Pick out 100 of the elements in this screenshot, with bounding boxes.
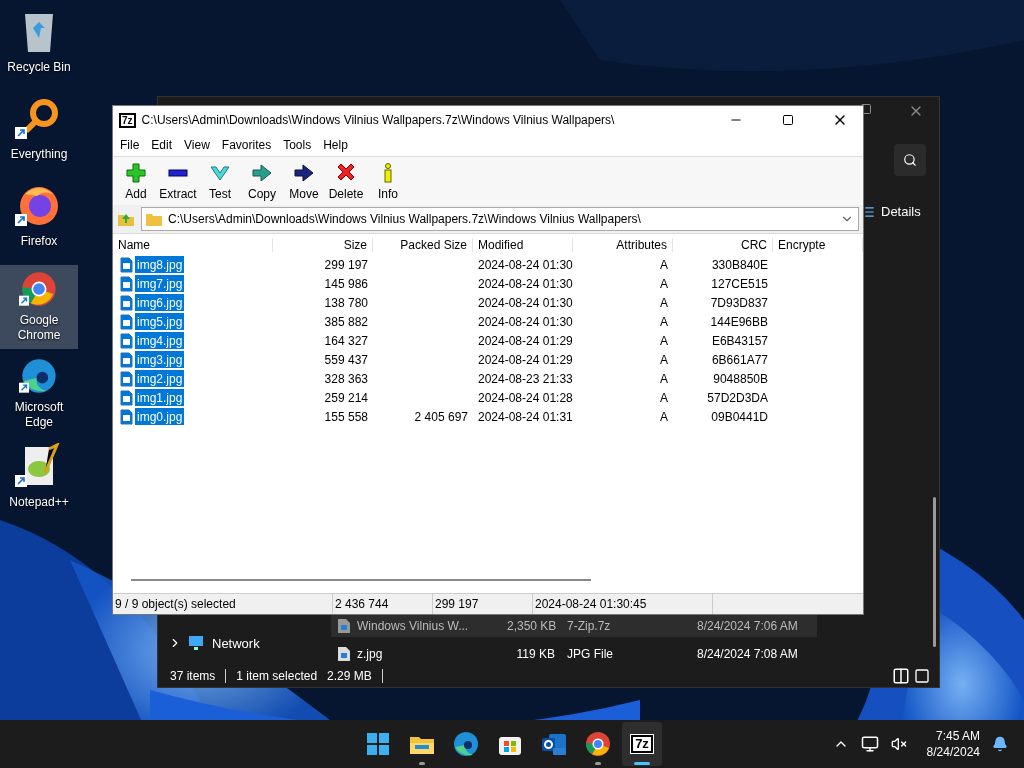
desktop-shortcut[interactable]: Microsoft Edge	[0, 352, 78, 436]
table-cell-text: 145 986	[323, 276, 369, 291]
arrow-icon	[293, 161, 315, 184]
file-icon	[120, 332, 133, 349]
desktop-shortcut[interactable]: Google Chrome	[0, 265, 78, 349]
menu-item[interactable]: Favorites	[215, 138, 278, 152]
file-row[interactable]: Windows Vilnius W... 2,350 KB 7-Zip.7z 8/24/2024 7:06 AM	[331, 615, 817, 637]
desktop-shortcut[interactable]: Everything	[0, 91, 78, 175]
table-cell-text: 328 363	[323, 371, 369, 386]
app-logo: 7z	[631, 735, 653, 753]
clock[interactable]: 7:45 AM 8/24/2024	[926, 728, 980, 760]
table-cell-text: 138 780	[323, 295, 369, 310]
notification-icon[interactable]	[992, 736, 1008, 752]
table-cell-text: 127CE515	[710, 276, 769, 291]
search-button[interactable]	[894, 144, 926, 176]
muted-volume-icon[interactable]	[890, 736, 907, 752]
tiles-view-icon[interactable]	[914, 668, 930, 684]
table-cell-text: A	[659, 295, 669, 310]
scrollbar[interactable]	[131, 579, 591, 581]
maximize-icon	[782, 114, 794, 126]
address-field[interactable]: C:\Users\Admin\Downloads\Windows Vilnius Wallpapers.7z\Windows Vilnius Wallpapers\	[141, 207, 859, 231]
file-row[interactable]: img6.jpg 138 780 2024-08-24 01:30 A 7D93D837	[113, 293, 863, 312]
table-cell-text: A	[659, 314, 669, 329]
file-row[interactable]: img7.jpg 145 986 2024-08-24 01:30 A 127CE515	[113, 274, 863, 293]
table-cell-text: E6B43157	[710, 333, 769, 348]
status-text: 2024-08-24 01:30:45	[533, 594, 713, 614]
file-name: img2.jpg	[135, 370, 185, 387]
toolbar-button[interactable]: Move	[283, 157, 325, 205]
status-text: 9 / 9 object(s) selected	[113, 594, 333, 614]
file-name: img1.jpg	[135, 389, 185, 406]
desktop-shortcut[interactable]: Firefox	[0, 178, 78, 262]
toolbar-button[interactable]: Copy	[241, 157, 283, 205]
toolbar-button[interactable]: Info	[367, 157, 409, 205]
table-cell-text: 2024-08-24 01:30	[477, 276, 573, 291]
column-header[interactable]: Packed Size	[373, 237, 473, 252]
plus-icon	[125, 161, 147, 184]
taskbar-app[interactable]: 7z	[622, 722, 662, 766]
browser-icon[interactable]	[585, 731, 611, 757]
file-name: img8.jpg	[135, 256, 185, 273]
search-icon	[903, 153, 917, 167]
file-icon	[120, 294, 133, 311]
menu-item[interactable]: File	[114, 138, 146, 152]
file-size: 2,350 KB	[507, 619, 555, 633]
column-header[interactable]: Name	[113, 237, 273, 252]
network-icon[interactable]	[860, 735, 879, 753]
desktop-shortcut[interactable]: Notepad++	[0, 439, 78, 523]
file-icon	[120, 313, 133, 330]
menu-item[interactable]: Tools	[277, 138, 318, 152]
column-header[interactable]: Modified	[473, 237, 573, 252]
menu-item[interactable]: View	[178, 138, 216, 152]
table-cell-text: 2024-08-23 21:33	[477, 371, 573, 386]
toolbar-button[interactable]: Delete	[325, 157, 367, 205]
table-cell-text: 330B840E	[710, 257, 769, 272]
details-button[interactable]: Details	[861, 204, 921, 219]
scrollbar[interactable]	[933, 497, 936, 647]
column-header[interactable]: Encrypte	[773, 237, 863, 252]
table-cell-text: 155 558	[323, 409, 369, 424]
table-cell-text: 559 437	[323, 352, 369, 367]
status-text: 2.29 MB	[327, 669, 383, 683]
status-text: 1 item selected	[236, 669, 319, 683]
file-row[interactable]: img3.jpg 559 437 2024-08-24 01:29 A 6B661A77	[113, 350, 863, 369]
table-cell-text: A	[659, 333, 669, 348]
start-icon[interactable]	[365, 731, 391, 757]
file-icon	[120, 256, 133, 273]
table-cell-text: 2024-08-24 01:29	[477, 352, 573, 367]
table-cell-text: A	[659, 257, 669, 272]
nav-item[interactable]: Network	[212, 635, 260, 651]
table-cell-text: A	[659, 390, 669, 405]
table-cell-text: 57D2D3DA	[706, 390, 769, 405]
file-row[interactable]: img5.jpg 385 882 2024-08-24 01:30 A 144E96BB	[113, 312, 863, 331]
toolbar-button[interactable]: Extract	[157, 157, 199, 205]
network-icon	[188, 635, 206, 651]
menu-item[interactable]: Edit	[145, 138, 179, 152]
table-cell-text: A	[659, 276, 669, 291]
table-cell-text: 2024-08-24 01:29	[477, 333, 573, 348]
app-logo: 7z	[119, 112, 136, 128]
table-cell-text: 164 327	[323, 333, 369, 348]
details-view-icon[interactable]	[892, 667, 910, 685]
column-header[interactable]: CRC	[673, 237, 773, 252]
file-type: 7-Zip.7z	[567, 619, 612, 633]
browser-icon[interactable]	[453, 731, 479, 757]
column-header[interactable]: Attributes	[573, 237, 673, 252]
file-icon	[120, 370, 133, 387]
file-row[interactable]: img8.jpg 299 197 2024-08-24 01:30 A 330B840E	[113, 255, 863, 274]
file-row[interactable]: img0.jpg 155 558 2 405 697 2024-08-24 01:31 A 09B0441D	[113, 407, 863, 426]
file-name: z.jpg	[357, 647, 384, 661]
file-row[interactable]: img1.jpg 259 214 2024-08-24 01:28 A 57D2D3DA	[113, 388, 863, 407]
file-row[interactable]: img2.jpg 328 363 2024-08-23 21:33 A 9048850B	[113, 369, 863, 388]
file-row[interactable]: z.jpg 119 KB JPG File 8/24/2024 7:08 AM	[331, 643, 817, 665]
column-header[interactable]: Size	[273, 237, 373, 252]
table-cell-text: 2024-08-24 01:31	[477, 409, 573, 424]
file-row[interactable]: img4.jpg 164 327 2024-08-24 01:29 A E6B43157	[113, 331, 863, 350]
toolbar-button[interactable]: Add	[115, 157, 157, 205]
status-text: 299 197	[433, 594, 533, 614]
menu-item[interactable]: Help	[317, 138, 354, 152]
mail-icon[interactable]	[541, 731, 567, 757]
table-cell-text: 2024-08-24 01:30	[477, 257, 573, 272]
toolbar-button[interactable]: Test	[199, 157, 241, 205]
file-name: img7.jpg	[135, 275, 185, 292]
desktop-shortcut[interactable]: Recycle Bin	[0, 4, 78, 88]
